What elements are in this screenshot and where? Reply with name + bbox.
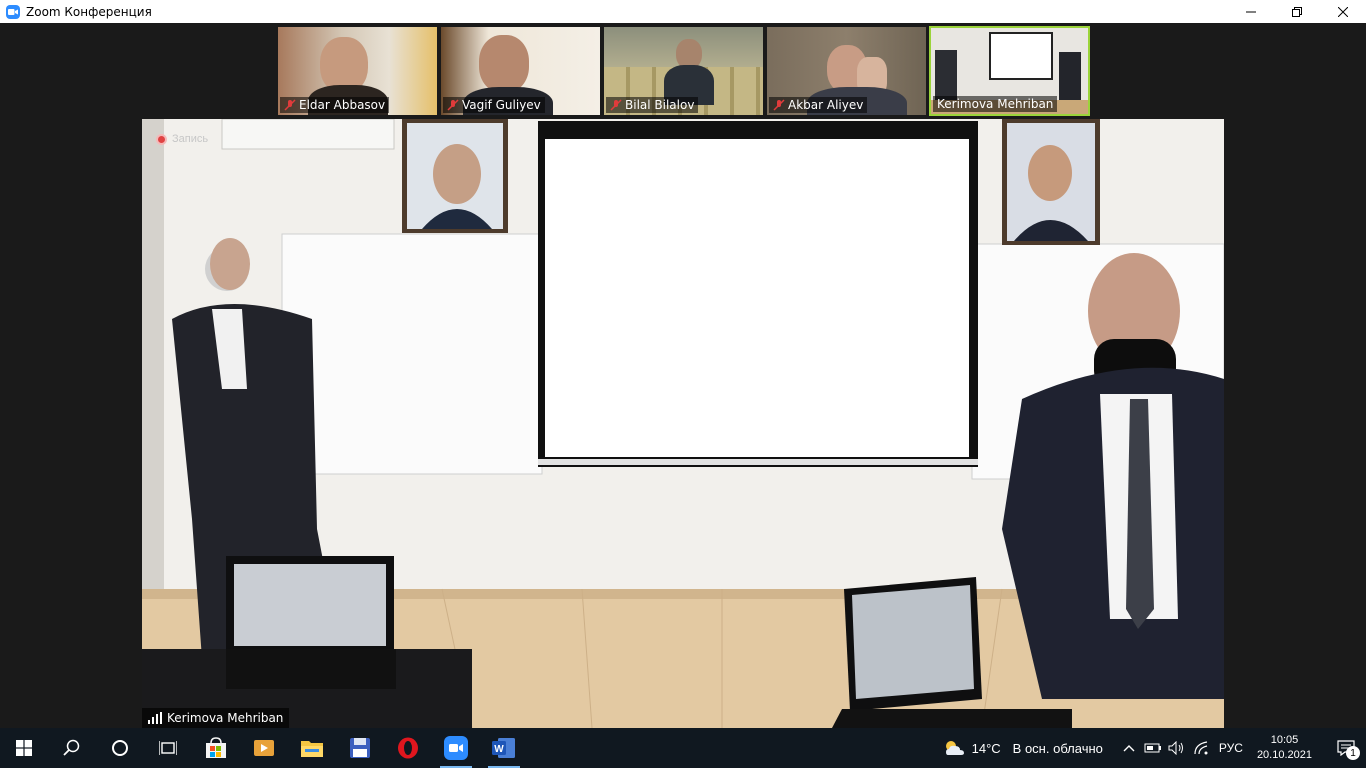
input-language[interactable]: РУС <box>1219 741 1243 755</box>
start-button[interactable] <box>0 728 48 768</box>
network-button[interactable] <box>1189 728 1213 768</box>
search-button[interactable] <box>48 728 96 768</box>
participant-tile[interactable]: Akbar Aliyev <box>766 26 927 116</box>
recording-indicator-icon <box>156 134 167 145</box>
svg-text:W: W <box>494 744 504 755</box>
notification-count-badge: 1 <box>1346 746 1360 760</box>
chevron-up-icon <box>1123 745 1135 752</box>
opera-icon <box>398 737 418 759</box>
mic-muted-icon <box>284 99 296 111</box>
mic-muted-icon <box>610 99 622 111</box>
wifi-icon <box>1194 741 1208 755</box>
speaker-nameplate: Kerimova Mehriban <box>142 708 290 728</box>
participant-name: Vagif Guliyev <box>462 98 541 112</box>
participant-tile[interactable]: Vagif Guliyev <box>440 26 601 116</box>
mic-muted-icon <box>773 99 785 111</box>
save-floppy-icon <box>350 738 370 758</box>
zoom-camera-icon <box>6 4 20 19</box>
battery-button[interactable] <box>1141 728 1165 768</box>
zoom-icon <box>444 736 468 760</box>
meeting-stage: Eldar Abbasov Vagif Guliyev Bilal Bilalo… <box>0 23 1366 728</box>
action-center-button[interactable]: 1 <box>1326 728 1366 768</box>
windows-taskbar: W 14°C В осн. облачно РУС 10:05 20.10.20… <box>0 728 1366 768</box>
weather-widget[interactable]: 14°C В осн. облачно <box>942 739 1103 757</box>
speaker-name: Kerimova Mehriban <box>167 711 284 725</box>
taskbar-save-app[interactable] <box>336 728 384 768</box>
battery-icon <box>1144 743 1161 753</box>
task-view-icon <box>159 741 177 755</box>
system-tray: 14°C В осн. облачно РУС 10:05 20.10.2021… <box>942 728 1366 768</box>
window-titlebar: Zoom Конференция <box>0 0 1366 23</box>
task-view-button[interactable] <box>144 728 192 768</box>
taskbar-file-explorer[interactable] <box>288 728 336 768</box>
mic-muted-icon <box>447 99 459 111</box>
signal-bars-icon <box>148 712 162 724</box>
windows-start-icon <box>16 740 32 756</box>
media-player-icon <box>254 740 274 756</box>
participant-tile[interactable]: Bilal Bilalov <box>603 26 764 116</box>
video-frame <box>142 119 1224 728</box>
clock-time: 10:05 <box>1270 734 1299 746</box>
taskbar-opera[interactable] <box>384 728 432 768</box>
taskbar-zoom[interactable] <box>432 728 480 768</box>
weather-temp: 14°C <box>971 740 1001 756</box>
taskbar-word[interactable]: W <box>480 728 528 768</box>
close-button[interactable] <box>1320 0 1366 23</box>
cloud-sun-icon <box>945 741 964 755</box>
close-icon <box>1338 6 1348 17</box>
taskbar-store[interactable] <box>192 728 240 768</box>
clock-date: 20.10.2021 <box>1256 749 1312 761</box>
participant-strip: Eldar Abbasov Vagif Guliyev Bilal Bilalo… <box>277 26 1090 116</box>
participant-name: Kerimova Mehriban <box>937 97 1054 111</box>
clock[interactable]: 10:05 20.10.2021 <box>1257 733 1312 763</box>
volume-icon <box>1168 741 1183 755</box>
cortana-icon <box>112 740 128 756</box>
search-icon <box>63 739 80 756</box>
show-hidden-icons-button[interactable] <box>1117 728 1141 768</box>
participant-tile-active-speaker[interactable]: Kerimova Mehriban <box>929 26 1090 116</box>
restore-button[interactable] <box>1274 0 1320 23</box>
volume-button[interactable] <box>1165 728 1189 768</box>
participant-name: Eldar Abbasov <box>299 98 386 112</box>
word-icon: W <box>492 738 515 758</box>
file-explorer-icon <box>301 741 323 757</box>
minimize-button[interactable] <box>1228 0 1274 23</box>
microsoft-store-icon <box>206 737 226 758</box>
restore-icon <box>1292 6 1302 17</box>
minimize-icon <box>1246 11 1256 12</box>
participant-name: Bilal Bilalov <box>625 98 695 112</box>
cortana-button[interactable] <box>96 728 144 768</box>
taskbar-media-player[interactable] <box>240 728 288 768</box>
recording-label: Запись <box>172 133 209 145</box>
window-title: Zoom Конференция <box>26 4 152 19</box>
participant-tile[interactable]: Eldar Abbasov <box>277 26 438 116</box>
main-video: Запись Kerimova Mehriban <box>142 119 1224 728</box>
participant-name: Akbar Aliyev <box>788 98 864 112</box>
weather-description: В осн. облачно <box>1012 740 1103 756</box>
